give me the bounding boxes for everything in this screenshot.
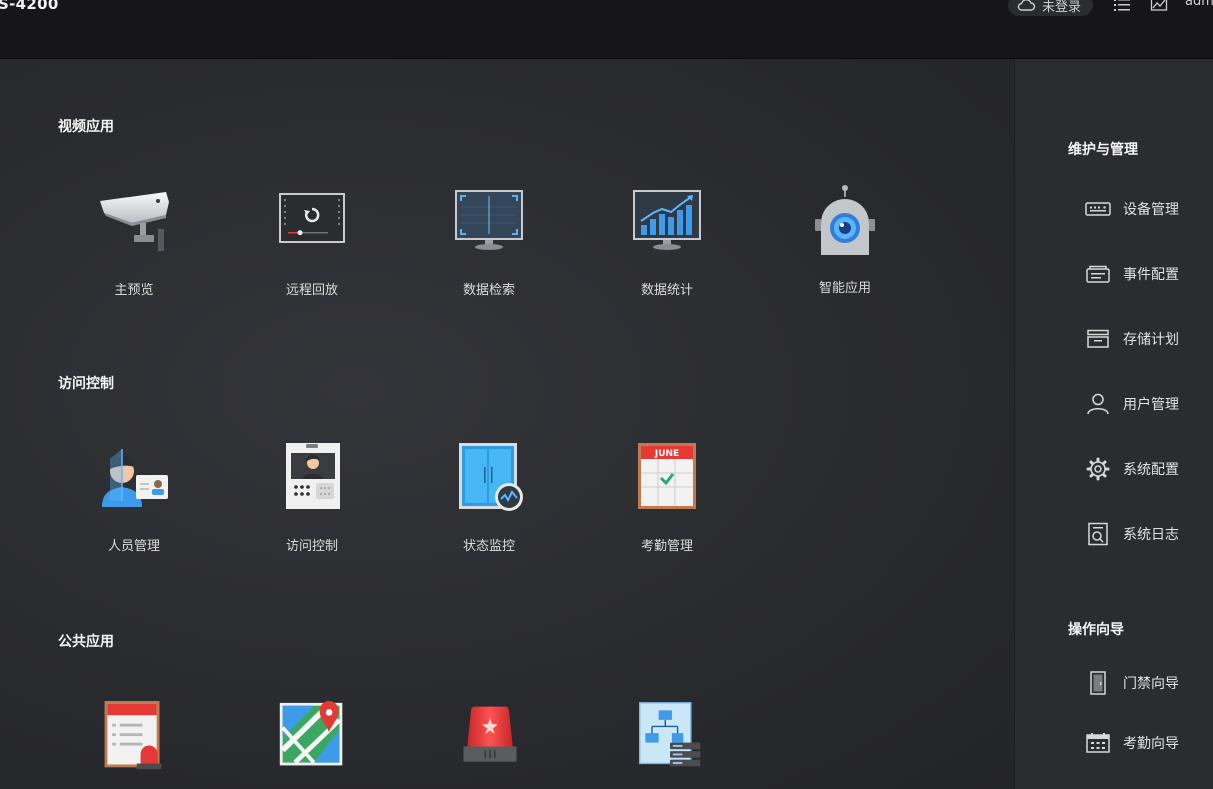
tile-label: 考勤管理 — [640, 539, 693, 554]
sidebar-item-label: 设备管理 — [1123, 202, 1179, 218]
tile-label: 人员管理 — [107, 539, 160, 554]
title-bar: S-4200 未登录 adm — [0, 0, 1213, 59]
log-icon — [1088, 522, 1108, 546]
sidebar-title-maintenance: 维护与管理 — [1068, 142, 1138, 158]
playback-icon — [279, 193, 345, 243]
sidebar-item-user-management[interactable]: 用户管理 — [1085, 390, 1179, 418]
main-panel: 视频应用 主预览 远程回放 数据检索 数据统计 智能应用 访问控制 人员管理 访… — [0, 59, 1014, 789]
section-title-video: 视频应用 — [58, 119, 114, 135]
section-title-public: 公共应用 — [58, 634, 114, 650]
calendar-icon — [1086, 733, 1110, 753]
tile-attendance-management[interactable]: JUNE 考勤管理 — [607, 443, 727, 554]
cloud-status: 未登录 — [1042, 0, 1082, 15]
tile-remote-playback[interactable]: 远程回放 — [252, 187, 372, 298]
sidebar-item-system-configuration[interactable]: 系统配置 — [1085, 455, 1179, 483]
tile-label: 状态监控 — [462, 539, 515, 554]
tile-data-search[interactable]: 数据检索 — [429, 187, 549, 298]
tile-alarm-list[interactable] — [95, 701, 171, 789]
door-icon — [1090, 671, 1106, 695]
sidebar-item-label: 存储计划 — [1123, 332, 1179, 348]
user-icon — [1087, 393, 1109, 415]
storage-icon — [1087, 329, 1109, 348]
sidebar-item-label: 用户管理 — [1123, 397, 1179, 413]
sidebar-item-device-management[interactable]: 设备管理 — [1085, 195, 1179, 223]
event-icon — [1086, 265, 1110, 283]
camera-icon — [100, 192, 169, 251]
sidebar-item-label: 门禁向导 — [1123, 676, 1179, 692]
network-topology-icon — [638, 702, 701, 767]
user-name[interactable]: adm — [1185, 0, 1213, 9]
cloud-login-button[interactable]: 未登录 — [1008, 0, 1094, 16]
sidebar-item-label: 系统配置 — [1123, 462, 1179, 478]
tile-label: 数据检索 — [462, 283, 515, 298]
person-id-icon — [102, 449, 168, 507]
tile-label: 智能应用 — [818, 281, 871, 296]
tile-data-statistics[interactable]: 数据统计 — [607, 187, 727, 298]
alarm-siren-icon — [463, 706, 517, 762]
door-monitor-icon — [459, 443, 523, 511]
map-pin-icon — [279, 701, 343, 766]
tile-access-control[interactable]: 访问控制 — [252, 443, 372, 554]
gear-icon — [1086, 457, 1110, 481]
sidebar-item-door-wizard[interactable]: 门禁向导 — [1085, 669, 1179, 697]
device-icon — [1085, 202, 1111, 216]
app-title: S-4200 — [0, 0, 59, 13]
tile-network-topology[interactable] — [632, 699, 708, 787]
chart-window-icon[interactable] — [1150, 0, 1168, 12]
sidebar-item-label: 系统日志 — [1123, 527, 1179, 543]
calendar-check-icon: JUNE — [638, 443, 696, 509]
tile-status-monitor[interactable]: 状态监控 — [429, 443, 549, 554]
tile-map[interactable] — [274, 701, 350, 789]
door-intercom-icon — [286, 443, 340, 509]
sidebar-item-storage-schedule[interactable]: 存储计划 — [1085, 325, 1179, 353]
tile-label: 访问控制 — [285, 539, 338, 554]
right-sidebar: 维护与管理 设备管理 事件配置 存储计划 用户管理 系统配置 系统日志 操作向导… — [1014, 59, 1213, 789]
sidebar-item-label: 考勤向导 — [1123, 736, 1179, 752]
tile-label: 数据统计 — [640, 283, 693, 298]
list-icon[interactable] — [1113, 0, 1131, 12]
monitor-search-icon — [455, 190, 523, 250]
tile-label: 远程回放 — [285, 283, 338, 298]
calendar-month: JUNE — [654, 449, 679, 459]
sidebar-item-system-log[interactable]: 系统日志 — [1085, 520, 1179, 548]
alarm-list-icon — [104, 701, 162, 770]
sidebar-item-event-configuration[interactable]: 事件配置 — [1085, 260, 1179, 288]
section-title-access: 访问控制 — [58, 376, 114, 392]
statistics-chart-icon — [633, 190, 701, 250]
sidebar-item-label: 事件配置 — [1123, 267, 1179, 283]
tile-personnel-management[interactable]: 人员管理 — [74, 443, 194, 554]
cloud-icon — [1017, 0, 1036, 11]
tile-label: 主预览 — [114, 283, 154, 298]
sidebar-item-attendance-wizard[interactable]: 考勤向导 — [1085, 729, 1179, 757]
tile-main-preview[interactable]: 主预览 — [74, 187, 194, 298]
tile-alarm-siren[interactable] — [452, 701, 528, 789]
robot-camera-icon — [815, 185, 875, 255]
tile-smart-application[interactable]: 智能应用 — [785, 185, 905, 296]
sidebar-title-wizard: 操作向导 — [1068, 622, 1124, 638]
